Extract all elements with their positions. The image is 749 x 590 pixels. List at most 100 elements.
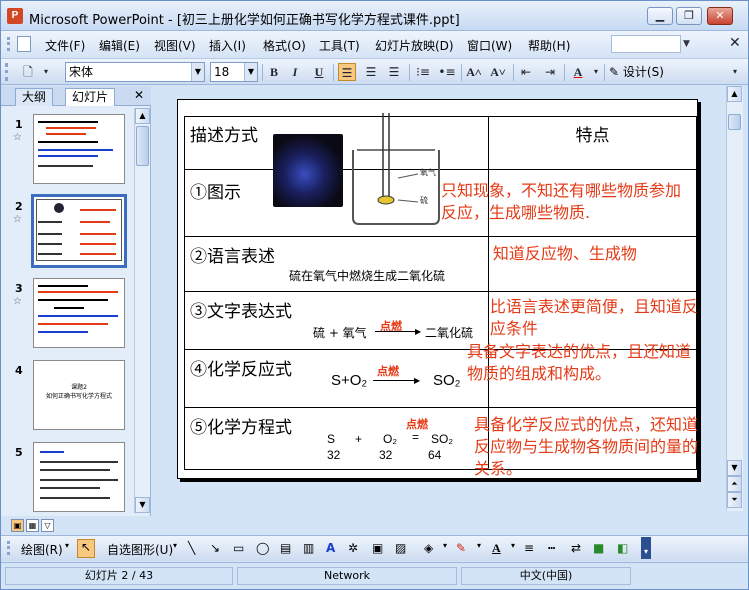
increase-indent-icon[interactable]: ⇥ <box>541 63 559 81</box>
align-center-button[interactable]: ☰ <box>362 63 380 81</box>
scrollbar-thumb[interactable] <box>136 126 149 166</box>
toolbar-options-icon[interactable]: ▾ <box>641 537 651 559</box>
bullets-icon[interactable]: •≡ <box>438 63 456 81</box>
menu-slideshow[interactable]: 幻灯片放映(D) <box>375 37 454 54</box>
decrease-indent-icon[interactable]: ⇤ <box>517 63 535 81</box>
menu-format[interactable]: 格式(O) <box>263 37 306 54</box>
3d-style-icon[interactable]: ◧ <box>617 541 628 555</box>
new-dropdown-icon[interactable]: ▾ <box>37 63 55 81</box>
menu-view[interactable]: 视图(V) <box>154 37 196 54</box>
thumbnail-scrollbar[interactable]: ▲ ▼ <box>134 108 150 514</box>
scroll-down-icon[interactable]: ▼ <box>135 497 150 513</box>
chevron-down-icon[interactable]: ▼ <box>244 63 257 81</box>
numbering-icon[interactable]: ⁝≡ <box>414 63 432 81</box>
font-color-icon[interactable]: A <box>569 63 587 81</box>
slide-thumbnail-row[interactable]: 2 ☆ <box>1 194 133 274</box>
toolbar-grip[interactable] <box>5 63 9 81</box>
dash-style-icon[interactable]: ┅ <box>548 541 555 555</box>
slide-thumbnail-row[interactable]: 4 课题2 如何正确书写化学方程式 <box>1 360 133 438</box>
slide-thumbnail-row[interactable]: 1 ☆ <box>1 114 133 192</box>
align-right-button[interactable]: ☰ <box>385 63 403 81</box>
toolbar-options-icon[interactable]: ▾ <box>726 63 744 81</box>
title-bar: P Microsoft PowerPoint - [初三上册化学如何正确书写化学… <box>1 1 748 31</box>
normal-view-icon[interactable]: ▣ <box>11 519 24 532</box>
slide-thumbnail-row[interactable]: 5 <box>1 442 133 513</box>
oval-tool-icon[interactable]: ◯ <box>256 541 269 555</box>
line-tool-icon[interactable]: ╲ <box>188 541 195 555</box>
font-size-select[interactable]: 18 ▼ <box>210 62 258 82</box>
picture-icon[interactable]: ▨ <box>395 541 406 555</box>
line-style-icon[interactable]: ≡ <box>524 541 534 555</box>
new-document-icon[interactable]: 🗋 <box>19 63 37 81</box>
chevron-down-icon[interactable]: ▼ <box>191 63 204 81</box>
line-color-icon[interactable]: ✎ <box>456 541 466 555</box>
slide-thumbnail[interactable] <box>33 278 125 348</box>
slide-thumbnail[interactable] <box>33 442 125 512</box>
maximize-button[interactable]: ❐ <box>676 7 702 25</box>
textbox-tool-icon[interactable]: ▤ <box>280 541 291 555</box>
chevron-down-icon[interactable]: ▾ <box>477 541 481 550</box>
chevron-down-icon[interactable]: ▾ <box>511 541 515 550</box>
help-search-input[interactable] <box>611 35 681 53</box>
slide-canvas[interactable]: 描述方式 特点 ①图示 ②语言表述 硫在氧气中燃烧生成二氧化硫 知道反应物、生成… <box>177 99 698 479</box>
pane-close-icon[interactable]: ✕ <box>134 88 144 102</box>
font-color-icon[interactable]: A <box>492 541 501 556</box>
toolbar-grip[interactable] <box>7 37 10 51</box>
design-button[interactable]: ✎ 设计(S) <box>609 63 664 81</box>
slide-scrollbar[interactable]: ▲ ▼ ⏶ ⏷ <box>726 86 743 511</box>
diagram-icon[interactable]: ✲ <box>348 541 358 555</box>
bold-button[interactable]: B <box>265 63 283 81</box>
decrease-font-icon[interactable]: A˅ <box>489 63 507 81</box>
tab-outline[interactable]: 大纲 <box>15 88 54 106</box>
menu-window[interactable]: 窗口(W) <box>467 37 512 54</box>
font-name-select[interactable]: 宋体 ▼ <box>65 62 205 82</box>
underline-button[interactable]: U <box>310 63 328 81</box>
slide-thumbnail-selected[interactable] <box>31 194 127 268</box>
document-icon[interactable] <box>17 36 31 52</box>
autoshapes-menu-button[interactable]: 自选图形(U) <box>107 541 173 558</box>
slideshow-view-icon[interactable]: ▽ <box>41 519 54 532</box>
scroll-up-icon[interactable]: ▲ <box>727 86 742 102</box>
chevron-down-icon[interactable]: ▾ <box>65 541 69 550</box>
scroll-up-icon[interactable]: ▲ <box>135 108 150 124</box>
chevron-down-icon[interactable]: ▾ <box>443 541 447 550</box>
toolbar-grip[interactable] <box>7 541 10 555</box>
wordart-icon[interactable]: A <box>326 541 335 555</box>
menu-help[interactable]: 帮助(H) <box>528 37 570 54</box>
scroll-down-icon[interactable]: ▼ <box>727 460 742 476</box>
fill-color-icon[interactable]: ◈ <box>424 541 433 555</box>
shadow-style-icon[interactable]: ■ <box>593 541 604 555</box>
help-dropdown-icon[interactable]: ▼ <box>683 39 690 49</box>
close-button[interactable]: ✕ <box>707 7 733 25</box>
scrollbar-thumb[interactable] <box>728 114 741 130</box>
menu-edit[interactable]: 编辑(E) <box>99 37 140 54</box>
arrow-head-icon: ▶ <box>415 327 422 336</box>
vertical-textbox-icon[interactable]: ▥ <box>303 541 314 555</box>
minimize-button[interactable]: ▁ <box>647 7 673 25</box>
slide-thumbnail[interactable]: 课题2 如何正确书写化学方程式 <box>33 360 125 430</box>
toolbar-separator <box>461 64 462 81</box>
document-close-icon[interactable]: ✕ <box>729 35 741 51</box>
rectangle-tool-icon[interactable]: ▭ <box>233 541 244 555</box>
menu-tools[interactable]: 工具(T) <box>319 37 360 54</box>
font-color-dropdown-icon[interactable]: ▾ <box>587 63 605 81</box>
arrow-style-icon[interactable]: ⇄ <box>571 541 581 555</box>
increase-font-icon[interactable]: A˄ <box>465 63 483 81</box>
chevron-down-icon[interactable]: ▾ <box>173 541 177 550</box>
draw-menu-button[interactable]: 绘图(R) <box>21 541 63 558</box>
italic-button[interactable]: I <box>286 63 304 81</box>
tab-slides[interactable]: 幻灯片 <box>65 88 116 106</box>
equation-equals: = <box>412 430 420 444</box>
slide-thumbnail-row[interactable]: 3 ☆ <box>1 278 133 356</box>
menu-insert[interactable]: 插入(I) <box>209 37 246 54</box>
powerpoint-app-icon[interactable]: P <box>7 8 23 24</box>
menu-file[interactable]: 文件(F) <box>45 37 85 54</box>
slide-thumbnail[interactable] <box>33 114 125 184</box>
previous-slide-icon[interactable]: ⏶ <box>727 476 742 492</box>
clipart-icon[interactable]: ▣ <box>372 541 383 555</box>
select-pointer-icon[interactable]: ↖ <box>77 539 95 558</box>
slide-sorter-icon[interactable]: ▦ <box>26 519 39 532</box>
align-left-button[interactable]: ☰ <box>338 63 356 81</box>
arrow-tool-icon[interactable]: ↘ <box>210 541 220 555</box>
next-slide-icon[interactable]: ⏷ <box>727 492 742 508</box>
